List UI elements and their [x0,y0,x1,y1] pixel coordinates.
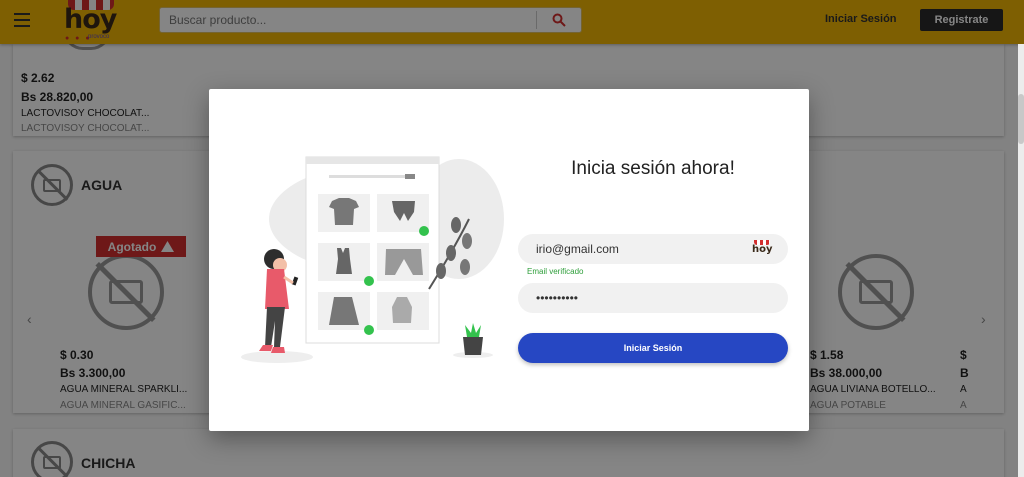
password-field[interactable] [518,283,748,313]
brand-logo-icon: hoy [752,240,773,258]
mini-logo-text: hoy [752,244,773,255]
password-field-wrapper [518,283,788,313]
email-field[interactable] [518,234,748,264]
shopping-illustration [241,156,504,363]
login-modal: Inicia sesión ahora! hoy Email verificad… [209,89,809,431]
email-status: Email verificado [527,267,584,276]
page-scrollbar[interactable] [1018,44,1024,477]
login-submit-button[interactable]: Iniciar Sesión [518,333,788,363]
modal-title: Inicia sesión ahora! [571,158,735,179]
email-field-wrapper: hoy [518,234,788,264]
